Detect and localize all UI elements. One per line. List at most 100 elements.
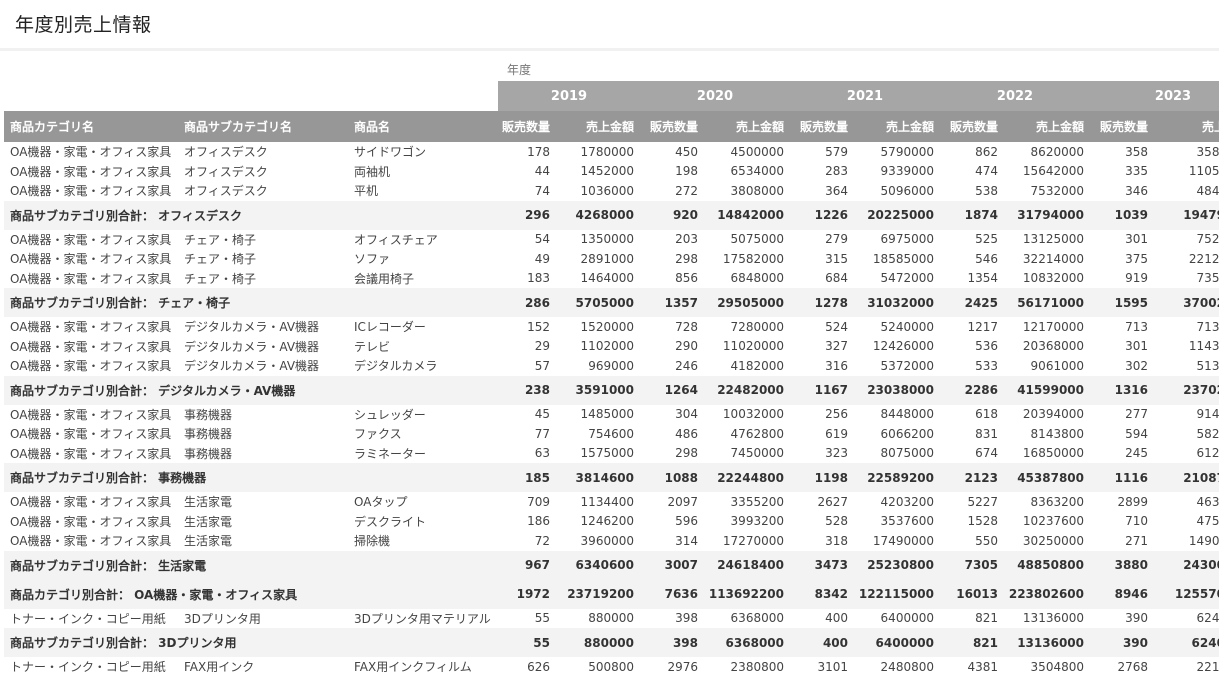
table-cell-text: 会議用椅子 (354, 271, 415, 286)
year-header-2023[interactable]: 2023 (1090, 81, 1219, 111)
table-cell-number: 390 (1125, 611, 1148, 626)
table-cell-number: 486 (675, 426, 698, 441)
column-header-row: 商品カテゴリ名 商品サブカテゴリ名 商品名 販売数量 売上金額 販売数量 売上金額 販売数量売… (4, 111, 1219, 142)
subtotal-cell-number: 880000 (556, 628, 640, 657)
column-header-amount-2023[interactable]: 売上金額 (1154, 111, 1219, 142)
column-header-amount-2022[interactable]: 売上金額 (1004, 111, 1090, 142)
subtotal-cell-number: 24618400 (704, 550, 790, 580)
table-cell-number: 183 (527, 271, 550, 286)
subtotal-cell-number: 48850800 (1004, 550, 1090, 580)
year-header-2019[interactable]: 2019 (498, 81, 640, 111)
table-cell-number: 919 (1125, 271, 1148, 286)
table-cell-number: 9061000 (1030, 358, 1084, 373)
table-cell-number: 536 (975, 339, 998, 354)
table-cell-number: 3960000 (580, 533, 634, 548)
subtotal-row: 商品カテゴリ別合計： OA機器・家電・オフィス家具 1972 23719200 763… (4, 579, 1219, 609)
table-cell-text: 事務機器 (184, 427, 233, 442)
subtotal-cell-number: 55 (498, 628, 556, 657)
column-header-amount-2020[interactable]: 売上金額 (704, 111, 790, 142)
table-cell-number: 7450000 (730, 446, 784, 461)
table-cell-text: OA機器・家電・オフィス家具 (10, 495, 172, 510)
subtotal-cell-number: 20225000 (854, 200, 940, 230)
table-cell-number: 10832000 (1022, 271, 1084, 286)
table-cell-number: 301 (1125, 339, 1148, 354)
subtotal-cell-number: 19479000 (1154, 200, 1219, 230)
subtotal-cell-number: 21087200 (1154, 463, 1219, 492)
table-cell-text: OA機器・家電・オフィス家具 (10, 359, 172, 374)
column-header-quantity-2022[interactable]: 販売数量 (940, 111, 1004, 142)
table-cell-text: デスクライト (354, 514, 427, 529)
table-cell-text: OA機器・家電・オフィス家具 (10, 145, 172, 160)
table-cell-number: 5134000 (1196, 358, 1219, 373)
subtotal-cell-number: 1972 (498, 579, 556, 609)
table-cell-number: 5227 (967, 494, 998, 509)
table-cell-number: 5075000 (730, 232, 784, 247)
table-cell-number: 1520000 (580, 319, 634, 334)
table-cell-number: 596 (675, 514, 698, 529)
table-cell-number: 32214000 (1022, 251, 1084, 266)
table-cell-number: 1350000 (580, 232, 634, 247)
table-cell-text: デジタルカメラ・AV機器 (184, 359, 320, 374)
table-cell-text: トナー・インク・コピー用紙 (10, 660, 166, 675)
column-header-category[interactable]: 商品カテゴリ名 (4, 111, 178, 142)
subtotal-cell-number: 22244800 (704, 463, 790, 492)
table-cell-number: 8143800 (1030, 426, 1084, 441)
subtotal-row: 商品サブカテゴリ別合計： 事務機器 185 3814600 1088 22244800 1… (4, 463, 1219, 492)
table-row: OA機器・家電・オフィス家具 オフィスデスク 平机 74 1036000 272 38080… (4, 181, 1219, 201)
table-cell-text: 生活家電 (184, 534, 233, 549)
subtotal-label: 商品サブカテゴリ別合計： 生活家電 (4, 550, 498, 580)
table-cell-number: 7280000 (730, 319, 784, 334)
subtotal-cell-number: 185 (498, 463, 556, 492)
column-header-subcategory[interactable]: 商品サブカテゴリ名 (178, 111, 348, 142)
table-cell-text: FAX用インクフィルム (354, 660, 472, 675)
column-header-quantity-2020[interactable]: 販売数量 (640, 111, 704, 142)
subtotal-row: 商品サブカテゴリ別合計： デジタルカメラ・AV機器 238 3591000 1264 2… (4, 375, 1219, 405)
column-header-amount-2021[interactable]: 売上金額 (854, 111, 940, 142)
title-divider (0, 48, 1219, 51)
table-cell-number: 619 (825, 426, 848, 441)
column-header-quantity-2023[interactable]: 販売数量 (1090, 111, 1154, 142)
column-header-quantity-2021[interactable]: 販売数量 (790, 111, 854, 142)
table-cell-number: 1485000 (580, 407, 634, 422)
table-cell-number: 44 (534, 164, 550, 179)
subtotal-row: 商品サブカテゴリ別合計： 生活家電 967 6340600 3007 24618400 3… (4, 550, 1219, 580)
table-cell-number: 9141000 (1196, 407, 1219, 422)
table-cell-number: 3993200 (730, 514, 784, 529)
table-cell-number: 5240000 (880, 319, 934, 334)
table-row: OA機器・家電・オフィス家具 デジタルカメラ・AV機器 テレビ 29 1102000 29… (4, 337, 1219, 357)
column-header-amount-2019[interactable]: 売上金額 (556, 111, 640, 142)
table-cell-number: 346 (1125, 183, 1148, 198)
table-cell-text: オフィスデスク (184, 184, 268, 199)
subtotal-cell-number: 238 (498, 375, 556, 405)
table-cell-text: テレビ (354, 339, 391, 354)
subtotal-cell-number: 22482000 (704, 375, 790, 405)
table-cell-number: 315 (825, 251, 848, 266)
table-body: OA機器・家電・オフィス家具 オフィスデスク サイドワゴン 178 1780000 450… (4, 142, 1219, 677)
table-cell-text: 事務機器 (184, 446, 233, 461)
year-header-2022[interactable]: 2022 (940, 81, 1090, 111)
year-header-row: 2019 2020 2021 2022 2023 (4, 81, 1219, 111)
table-cell-number: 1452000 (580, 164, 634, 179)
table-cell-number: 3580000 (1196, 144, 1219, 159)
column-header-product[interactable]: 商品名 (348, 111, 498, 142)
table-cell-text: 3Dプリンタ用マテリアル (354, 611, 491, 626)
table-row: OA機器・家電・オフィス家具 事務機器 ファクス 77 754600 486 4762800… (4, 424, 1219, 444)
subtotal-cell-number: 1198 (790, 463, 854, 492)
table-cell-number: 318 (825, 533, 848, 548)
table-cell-number: 301 (1125, 232, 1148, 247)
table-cell-number: 1354 (967, 271, 998, 286)
subtotal-cell-number: 3473 (790, 550, 854, 580)
column-header-quantity-2019[interactable]: 販売数量 (498, 111, 556, 142)
table-cell-number: 821 (975, 611, 998, 626)
subtotal-cell-number: 1357 (640, 288, 704, 317)
subtotal-cell-number: 113692200 (704, 579, 790, 609)
table-cell-text: 生活家電 (184, 495, 233, 510)
table-cell-number: 5790000 (880, 144, 934, 159)
year-header-2020[interactable]: 2020 (640, 81, 790, 111)
table-row: トナー・インク・コピー用紙 3Dプリンタ用 3Dプリンタ用マテリアル 55 880000… (4, 609, 1219, 629)
sales-table-viewport[interactable]: 2019 2020 2021 2022 2023 商品カテゴリ名 商品サブカテゴリ… (4, 81, 1219, 686)
table-cell-number: 55 (534, 611, 550, 626)
table-cell-number: 8448000 (880, 407, 934, 422)
table-cell-number: 272 (675, 183, 698, 198)
year-header-2021[interactable]: 2021 (790, 81, 940, 111)
